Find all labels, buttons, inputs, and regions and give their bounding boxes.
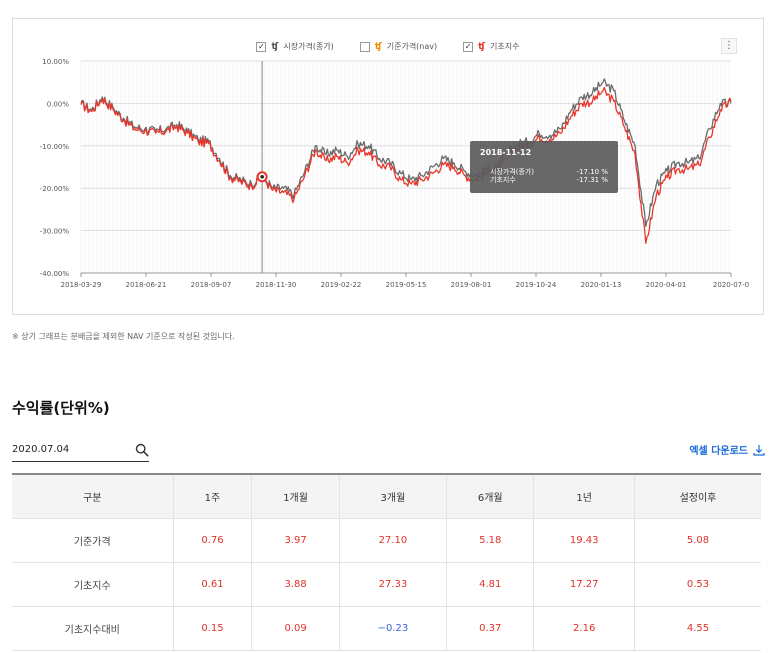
y-tick-label: -40.00% [40, 270, 70, 278]
date-input[interactable] [12, 444, 122, 455]
y-tick-label: -20.00% [40, 185, 70, 193]
column-header: 1개월 [251, 473, 340, 519]
column-header: 1년 [533, 473, 635, 519]
x-tick-label: 2018-09-07 [191, 281, 232, 289]
x-tick-label: 2018-11-30 [256, 281, 297, 289]
table-header-row: 구분 1주 1개월 3개월 6개월 1년 설정이후 [12, 473, 761, 519]
returns-table: 구분 1주 1개월 3개월 6개월 1년 설정이후 기준가격 0.76 3.97… [12, 473, 761, 651]
date-search-field [12, 438, 149, 462]
table-cell: 0.37 [446, 606, 535, 651]
table-cell: −0.23 [339, 606, 448, 651]
excel-download-link[interactable]: 엑셀 다운로드 [689, 442, 765, 457]
x-tick-label: 2018-06-21 [126, 281, 167, 289]
tooltip-date: 2018-11-12 [480, 148, 531, 157]
download-icon [753, 444, 765, 456]
tooltip-value: -17.31 % [577, 176, 609, 184]
y-tick-label: 10.00% [42, 58, 69, 66]
column-header: 설정이후 [634, 473, 761, 519]
table-cell: 17.27 [533, 562, 635, 607]
table-cell: 0.15 [173, 606, 253, 651]
row-label: 기초지수대비 [12, 606, 174, 651]
hover-marker-dot [260, 174, 264, 179]
column-header: 3개월 [339, 473, 448, 519]
row-label: 기준가격 [12, 518, 174, 563]
series-line-market-price [80, 78, 732, 228]
table-row: 기준가격 0.76 3.97 27.10 5.18 19.43 5.08 [12, 518, 761, 563]
table-cell: 4.81 [446, 562, 535, 607]
search-icon[interactable] [135, 443, 149, 457]
table-cell: 0.09 [251, 606, 340, 651]
table-cell: 0.53 [634, 562, 761, 607]
table-row: 기초지수대비 0.15 0.09 −0.23 0.37 2.16 4.55 [12, 606, 761, 651]
x-tick-label: 2018-03-29 [61, 281, 102, 289]
y-tick-label: 0.00% [47, 100, 70, 108]
table-cell: 5.18 [446, 518, 535, 563]
y-tick-label: -10.00% [40, 143, 70, 151]
chart-tooltip: 2018-11-12 시장가격(종가) -17.10 % 기초지수 -17.31 % [470, 141, 618, 193]
x-tick-label: 2020-04-01 [646, 281, 687, 289]
column-header: 6개월 [446, 473, 535, 519]
table-cell: 0.61 [173, 562, 253, 607]
series-line-base-index [80, 86, 732, 244]
tooltip-value: -17.10 % [577, 168, 609, 176]
table-cell: 3.97 [251, 518, 340, 563]
table-cell: 19.43 [533, 518, 635, 563]
x-tick-label: 2019-02-22 [321, 281, 362, 289]
vertical-grid [80, 61, 730, 273]
y-tick-label: -30.00% [40, 228, 70, 236]
x-tick-label: 2019-08-01 [451, 281, 492, 289]
line-chart[interactable]: 10.00% 0.00% -10.00% -20.00% -30.00% -40.00% 2… [13, 19, 765, 316]
tooltip-label: 기초지수 [490, 175, 516, 184]
row-label: 기초지수 [12, 562, 174, 607]
x-tick-label: 2020-07-0 [713, 281, 749, 289]
table-row: 기초지수 0.61 3.88 27.33 4.81 17.27 0.53 [12, 562, 761, 607]
x-tick-label: 2020-01-13 [581, 281, 622, 289]
column-header: 구분 [12, 473, 174, 519]
column-header: 1주 [173, 473, 253, 519]
x-tick-label: 2019-05-15 [386, 281, 427, 289]
x-tick-label: 2019-10-24 [516, 281, 557, 289]
table-cell: 5.08 [634, 518, 761, 563]
table-cell: 27.10 [339, 518, 448, 563]
table-cell: 2.16 [533, 606, 635, 651]
chart-card: ✓ ʧ 시장가격(종가) ʧ 기준가격(nav) ✓ ʧ 기초지수 ⋮ 10.0… [12, 18, 764, 315]
section-title: 수익률(단위%) [12, 399, 110, 417]
table-cell: 3.88 [251, 562, 340, 607]
tooltip-label: 시장가격(종가) [490, 167, 534, 176]
table-cell: 0.76 [173, 518, 253, 563]
chart-footnote: ※ 상기 그래프는 분배금을 제외한 NAV 기준으로 작성된 것입니다. [12, 332, 235, 341]
table-cell: 27.33 [339, 562, 448, 607]
table-cell: 4.55 [634, 606, 761, 651]
excel-download-label: 엑셀 다운로드 [689, 446, 748, 457]
